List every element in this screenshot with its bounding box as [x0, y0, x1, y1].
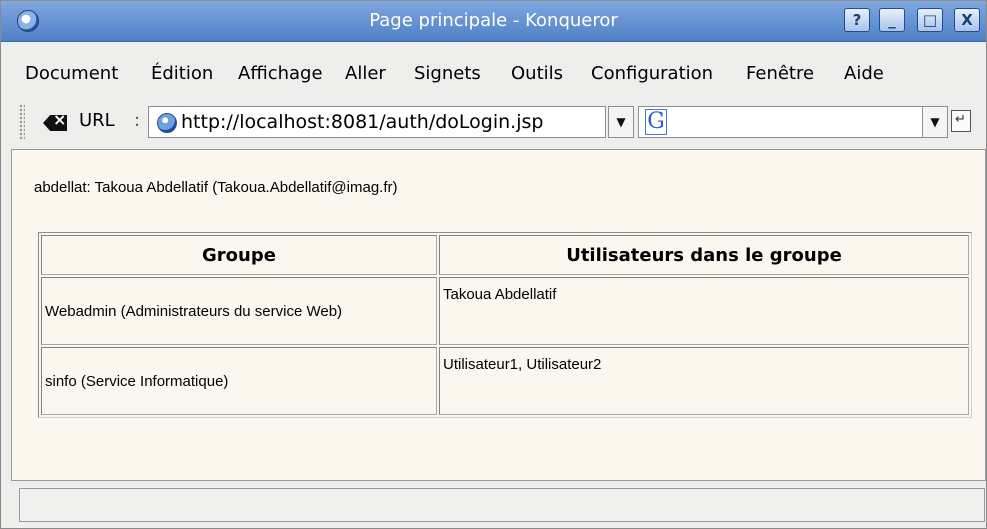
url-colon: : [134, 110, 141, 131]
menu-affichage[interactable]: Affichage [238, 63, 323, 84]
page-content: abdellat: Takoua Abdellatif (Takoua.Abde… [11, 149, 986, 481]
go-icon[interactable] [951, 110, 971, 132]
menu-outils[interactable]: Outils [511, 63, 563, 84]
table-header-row: Groupe Utilisateurs dans le groupe [41, 235, 969, 275]
location-toolbar: URL : http://localhost:8081/auth/doLogin… [1, 98, 986, 148]
konqueror-window: Page principale - Konqueror ? _ □ X Docu… [0, 0, 987, 529]
minimize-button[interactable]: _ [879, 8, 905, 32]
menu-bar: Document Édition Affichage Aller Signets… [1, 56, 986, 92]
menu-aller[interactable]: Aller [345, 63, 386, 84]
menu-configuration[interactable]: Configuration [591, 63, 713, 84]
url-input[interactable]: http://localhost:8081/auth/doLogin.jsp [148, 106, 606, 138]
url-history-dropdown[interactable]: ▼ [608, 106, 634, 138]
globe-icon [157, 113, 177, 133]
logged-user-info: abdellat: Takoua Abdellatif (Takoua.Abde… [34, 179, 398, 196]
table-row: sinfo (Service Informatique) Utilisateur… [41, 347, 969, 415]
title-bar[interactable]: Page principale - Konqueror ? _ □ X [1, 1, 986, 42]
toolbar-grip-handle[interactable] [19, 104, 25, 140]
chevron-down-icon: ▼ [930, 115, 940, 129]
help-button[interactable]: ? [844, 8, 870, 32]
menu-fenetre[interactable]: Fenêtre [746, 63, 814, 84]
header-utilisateurs: Utilisateurs dans le groupe [439, 235, 969, 275]
group-cell: sinfo (Service Informatique) [41, 347, 437, 415]
table-row: Webadmin (Administrateurs du service Web… [41, 277, 969, 345]
chevron-down-icon: ▼ [616, 115, 626, 129]
close-button[interactable]: X [954, 8, 980, 32]
url-label: URL [79, 110, 115, 131]
group-cell: Webadmin (Administrateurs du service Web… [41, 277, 437, 345]
url-value[interactable]: http://localhost:8081/auth/doLogin.jsp [181, 111, 543, 133]
header-groupe: Groupe [41, 235, 437, 275]
users-cell: Utilisateur1, Utilisateur2 [439, 347, 969, 415]
menu-signets[interactable]: Signets [414, 63, 481, 84]
search-engine-dropdown[interactable]: ▼ [922, 106, 948, 138]
search-input[interactable]: G [638, 106, 940, 138]
menu-edition[interactable]: Édition [151, 63, 213, 84]
window-title: Page principale - Konqueror [369, 10, 618, 31]
users-cell: Takoua Abdellatif [439, 277, 969, 345]
menu-document[interactable]: Document [25, 63, 118, 84]
clear-location-icon[interactable] [43, 115, 67, 131]
google-search-icon[interactable]: G [645, 109, 667, 135]
maximize-button[interactable]: □ [917, 8, 943, 32]
status-bar [19, 488, 985, 522]
menu-aide[interactable]: Aide [844, 63, 884, 84]
groups-table: Groupe Utilisateurs dans le groupe Webad… [38, 232, 972, 418]
